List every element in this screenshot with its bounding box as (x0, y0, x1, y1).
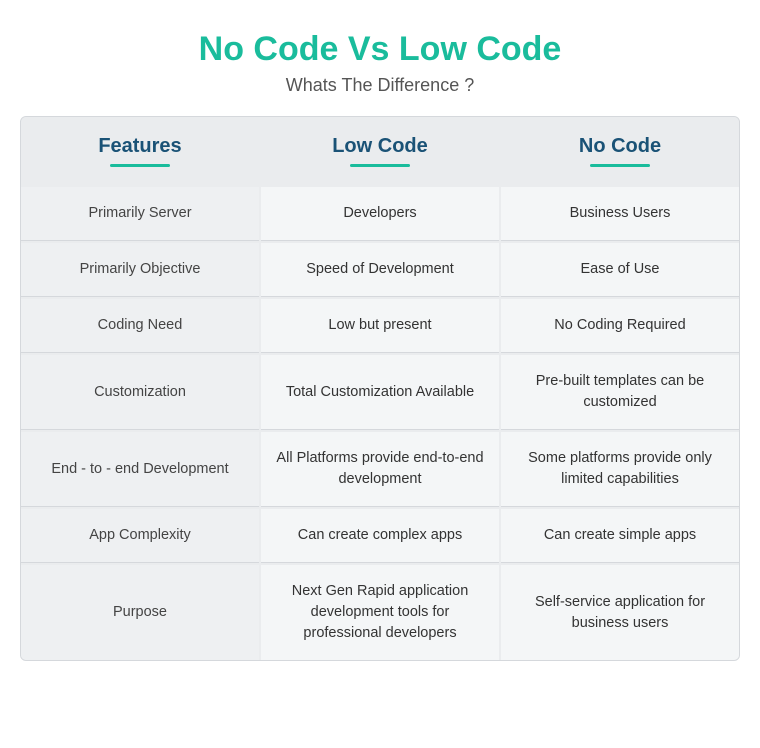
row-4-lowcode: All Platforms provide end-to-end develop… (261, 432, 499, 507)
row-3-feature: Customization (21, 355, 259, 430)
row-0-lowcode: Developers (261, 187, 499, 241)
row-2-feature: Coding Need (21, 299, 259, 353)
row-1-nocode: Ease of Use (501, 243, 739, 297)
nocode-header: No Code (501, 117, 739, 185)
header-underline-nocode (590, 164, 650, 167)
row-4-nocode: Some platforms provide only limited capa… (501, 432, 739, 507)
row-6-feature: Purpose (21, 565, 259, 660)
comparison-table: Features Low Code No Code Primarily Serv… (20, 116, 740, 661)
features-header: Features (21, 117, 259, 185)
title-part2: Low Code (399, 30, 561, 68)
title-section: No Code Vs Low Code Whats The Difference… (199, 30, 562, 96)
row-4-feature: End - to - end Development (21, 432, 259, 507)
row-5-feature: App Complexity (21, 509, 259, 563)
row-5-lowcode: Can create complex apps (261, 509, 499, 563)
row-2-lowcode: Low but present (261, 299, 499, 353)
header-underline-features (110, 164, 170, 167)
row-0-feature: Primarily Server (21, 187, 259, 241)
row-0-nocode: Business Users (501, 187, 739, 241)
row-1-lowcode: Speed of Development (261, 243, 499, 297)
lowcode-header: Low Code (261, 117, 499, 185)
subtitle: Whats The Difference ? (199, 75, 562, 96)
row-3-nocode: Pre-built templates can be customized (501, 355, 739, 430)
header-underline-lowcode (350, 164, 410, 167)
title-part1: No Code Vs (199, 30, 399, 68)
row-6-nocode: Self-service application for business us… (501, 565, 739, 660)
row-5-nocode: Can create simple apps (501, 509, 739, 563)
row-1-feature: Primarily Objective (21, 243, 259, 297)
row-3-lowcode: Total Customization Available (261, 355, 499, 430)
main-title: No Code Vs Low Code (199, 30, 562, 69)
row-6-lowcode: Next Gen Rapid application development t… (261, 565, 499, 660)
row-2-nocode: No Coding Required (501, 299, 739, 353)
